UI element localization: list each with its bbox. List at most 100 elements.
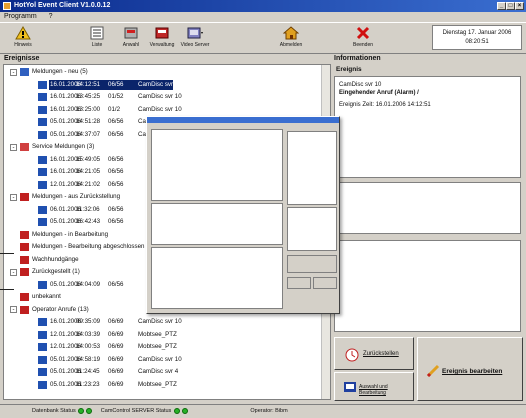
tree-group-label: Zurückgestellt (1) <box>32 268 80 275</box>
event-code: 06/56 <box>108 130 124 138</box>
group-folder-icon <box>20 255 29 264</box>
tree-item[interactable]: 05.01.2006 14:58:19 06/69 CamDisc svr 10 <box>4 355 320 365</box>
toolbar-button-liste[interactable]: Liste <box>80 26 114 48</box>
db-status-ok-icon-2 <box>86 407 93 414</box>
tree-item[interactable]: 16.01.2006 09:35:09 06/69 CamDisc svr 10 <box>4 317 320 327</box>
db-status-label: Datenbank Status <box>32 408 76 414</box>
maximize-button[interactable]: □ <box>506 2 515 10</box>
select-edit-button[interactable]: Auswahl und Bearbeitung <box>334 372 414 401</box>
operator-name: Bibm <box>275 408 288 414</box>
edit-event-button[interactable]: Ereignis bearbeiten <box>417 337 523 401</box>
camcontrol-status-label: CamControl SERVER Status <box>100 408 172 414</box>
event-time: 14:51:28 <box>76 118 101 125</box>
tree-item[interactable]: 16.01.2006 13:45:25 01/52 CamDisc svr 10 <box>4 92 320 102</box>
event-item-icon <box>38 330 47 339</box>
operator-label: Operator: <box>250 408 274 414</box>
toolbar-button-abmelden[interactable]: Abmelden <box>274 26 308 48</box>
event-code: 06/69 <box>108 330 124 338</box>
date-display: Dienstag 17. Januar 2006 08:20:51 <box>432 25 522 50</box>
event-code: 06/56 <box>108 180 124 188</box>
tree-item[interactable]: 16.01.2006 14:12:51 06/56 CamDisc svr 10 <box>4 79 320 90</box>
event-item-icon <box>38 343 47 351</box>
event-item-icon <box>38 280 47 289</box>
event-item-icon <box>38 205 47 214</box>
event-source: CamDisc svr 10 <box>138 355 182 363</box>
event-time: 14:37:07 <box>76 130 101 138</box>
title-bar: HotYol Event Client V1.0.0.12 _ □ × <box>0 0 526 12</box>
tree-expander-icon <box>10 231 17 238</box>
toolbar-button-video-server[interactable]: Video Server <box>178 26 212 48</box>
event-code: 06/56 <box>108 155 124 163</box>
status-bar: Datenbank Status CamControl SERVER Statu… <box>0 404 526 418</box>
postpone-icon <box>345 348 359 362</box>
info-heading: Informationen <box>334 55 381 62</box>
group-folder-icon <box>20 68 29 76</box>
event-code: 06/56 <box>108 118 124 125</box>
tree-expander-icon[interactable]: - <box>10 268 17 276</box>
event-source: Mobtsee_PTZ <box>138 380 177 388</box>
callout-line-1 <box>0 253 14 254</box>
tree-group-label: Meldungen - Bearbeitung abgeschlossen <box>32 243 145 250</box>
minimize-button[interactable]: _ <box>497 2 506 10</box>
toolbar-button-beenden[interactable]: Beenden <box>346 26 380 48</box>
tree-expander-icon[interactable]: - <box>10 143 17 151</box>
toolbar-button-verwaltung[interactable]: Verwaltung <box>145 26 179 48</box>
dialog-ok-button[interactable] <box>287 277 311 289</box>
tree-group[interactable]: - Meldungen - neu (5) <box>4 67 320 77</box>
window-title: HotYol Event Client V1.0.0.12 <box>14 2 111 9</box>
tree-item[interactable]: 12.01.2006 14:03:39 06/69 Mobtsee_PTZ <box>4 330 320 340</box>
tree-group-label: Operator Anrufe (13) <box>32 305 89 313</box>
tree-group-label: Meldungen - neu (5) <box>32 68 88 75</box>
info-time: Ereignis Zeit: 16.01.2006 14:12:51 <box>339 102 431 108</box>
event-code: 06/69 <box>108 380 124 388</box>
camcontrol-status-ok-icon-2 <box>181 407 188 414</box>
tree-item[interactable]: 05.01.2006 11:24:45 06/69 CamDisc svr 4 <box>4 367 320 377</box>
event-item-icon <box>38 130 47 139</box>
event-item-icon <box>38 105 47 114</box>
group-folder-icon <box>20 193 29 201</box>
event-source: Mobtsee_PTZ <box>138 343 177 350</box>
event-source: CamDisc svr 10 <box>138 93 182 100</box>
tree-item[interactable]: 16.01.2006 13:25:00 01/2 CamDisc svr 10 <box>4 105 320 115</box>
tree-expander-icon[interactable]: - <box>10 68 17 76</box>
toolbar-button-anwahl[interactable]: Anwahl <box>114 26 148 48</box>
event-time: 09:35:09 <box>76 318 101 325</box>
event-item-icon <box>38 368 47 376</box>
video-server-icon <box>187 27 203 39</box>
event-code: 06/69 <box>108 368 124 375</box>
pencil-icon <box>426 364 440 378</box>
tree-group-label: Wachhundgänge <box>32 255 79 263</box>
postpone-button[interactable]: Zurückstellen <box>334 337 414 370</box>
tree-group-label: unbekannt <box>32 293 61 300</box>
logout-icon <box>283 26 299 40</box>
toolbar-button-hinweis[interactable]: Hinweis <box>6 26 40 48</box>
event-item-icon <box>38 168 47 176</box>
event-time: 15:49:05 <box>76 155 101 163</box>
menu-programm[interactable]: Programm <box>4 13 37 20</box>
event-item-icon <box>38 180 47 189</box>
event-time: 14:03:39 <box>76 330 101 338</box>
camcontrol-status-ok-icon <box>173 407 180 414</box>
event-code: 06/56 <box>108 168 124 175</box>
tree-expander-icon <box>10 294 17 301</box>
tree-expander-icon[interactable]: - <box>10 306 17 313</box>
callout-line-2 <box>0 289 14 290</box>
tree-expander-icon[interactable]: - <box>10 193 17 201</box>
event-code: 06/69 <box>108 318 124 325</box>
event-source: CamDisc svr 10 <box>138 318 182 325</box>
tree-expander-icon <box>10 256 17 263</box>
group-folder-icon <box>20 268 29 276</box>
event-code: 01/2 <box>108 105 121 113</box>
event-item-icon <box>38 380 47 389</box>
event-item-icon <box>38 93 47 101</box>
close-button[interactable]: × <box>515 2 524 10</box>
event-item-icon <box>38 118 47 126</box>
event-time: 13:25:00 <box>76 105 101 113</box>
tree-item[interactable]: 12.01.2006 14:00:53 06/69 Mobtsee_PTZ <box>4 342 320 352</box>
event-code: 06/56 <box>108 80 124 88</box>
event-source: CamDisc svr 10 <box>138 105 182 113</box>
group-folder-icon <box>20 293 29 301</box>
tree-item[interactable]: 05.01.2006 11:23:23 06/69 Mobtsee_PTZ <box>4 380 320 390</box>
menu-help[interactable]: ? <box>49 13 53 20</box>
dialog-cancel-button[interactable] <box>313 277 337 289</box>
